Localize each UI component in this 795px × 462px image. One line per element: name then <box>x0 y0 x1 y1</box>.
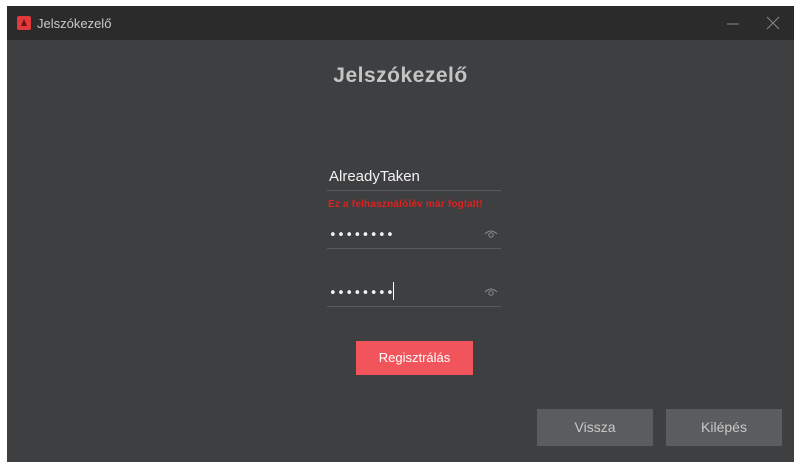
eye-icon[interactable] <box>484 229 498 239</box>
username-error-message: Ez a felhasználólév már foglalt! <box>328 199 483 210</box>
confirm-password-value: •••••••• <box>329 286 395 301</box>
close-button[interactable] <box>758 10 788 36</box>
confirm-password-field[interactable]: •••••••• <box>327 277 501 307</box>
window-title: Jelszókezelő <box>37 16 112 31</box>
app-window: Jelszókezelő Jelszókezelő AlreadyTaken E… <box>7 6 794 462</box>
title-bar[interactable]: Jelszókezelő <box>7 6 794 40</box>
exit-button[interactable]: Kilépés <box>666 409 782 446</box>
eye-icon[interactable] <box>484 287 498 297</box>
close-icon <box>766 16 780 30</box>
minimize-icon <box>727 23 739 25</box>
password-field[interactable]: •••••••• <box>327 219 501 249</box>
page-title: Jelszókezelő <box>333 64 468 87</box>
text-cursor <box>393 282 394 300</box>
password-value: •••••••• <box>329 228 395 243</box>
register-button[interactable]: Regisztrálás <box>356 341 473 375</box>
back-button[interactable]: Vissza <box>537 409 653 446</box>
app-logo-icon <box>17 16 31 30</box>
username-field[interactable]: AlreadyTaken <box>327 161 501 191</box>
minimize-button[interactable] <box>718 10 748 36</box>
username-value: AlreadyTaken <box>329 168 420 185</box>
